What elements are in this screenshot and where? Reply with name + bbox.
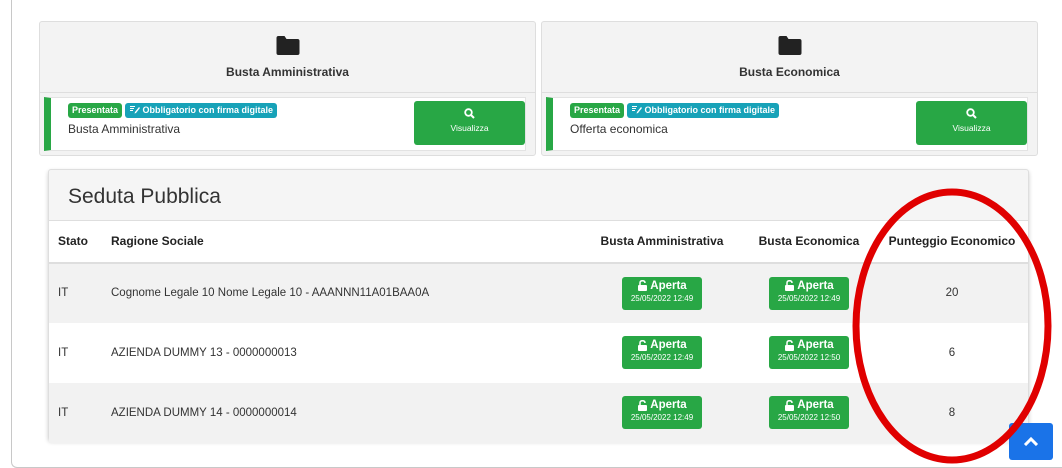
unlock-icon xyxy=(638,280,648,291)
card-busta-economica: Busta Economica Presentata Obbligatorio … xyxy=(541,21,1038,156)
required-badge-label: Obbligatorio con firma digitale xyxy=(644,105,776,115)
document-name: Offerta economica xyxy=(570,122,668,136)
aperta-label: Aperta xyxy=(650,399,687,411)
scroll-to-top-button[interactable] xyxy=(1009,423,1053,460)
required-badge: Obbligatorio con firma digitale xyxy=(627,103,780,118)
aperta-date: 25/05/2022 12:49 xyxy=(630,293,694,303)
search-icon xyxy=(966,108,977,119)
aperta-badge[interactable]: Aperta 25/05/2022 12:50 xyxy=(769,336,849,369)
aperta-label: Aperta xyxy=(650,279,687,292)
col-busta-economica: Busta Economica xyxy=(742,220,876,264)
table-row: IT AZIENDA DUMMY 14 - 0000000014 Aperta … xyxy=(49,382,1028,443)
folder-icon xyxy=(778,36,801,55)
document-name: Busta Amministrativa xyxy=(68,122,181,136)
visualizza-button[interactable]: Visualizza xyxy=(916,101,1027,145)
table-row: IT AZIENDA DUMMY 13 - 0000000013 Aperta … xyxy=(49,322,1028,383)
cell-ragione-sociale: AZIENDA DUMMY 14 - 0000000014 xyxy=(102,382,582,443)
unlock-icon xyxy=(785,280,795,291)
aperta-label: Aperta xyxy=(650,339,687,351)
card-header: Busta Amministrativa xyxy=(40,22,535,93)
cell-busta-economica: Aperta 25/05/2022 12:50 xyxy=(742,382,876,443)
visualizza-label: Visualizza xyxy=(450,123,489,133)
cell-punteggio: 6 xyxy=(876,322,1028,383)
unlock-icon xyxy=(785,399,795,411)
status-badge: Presentata xyxy=(68,103,123,118)
signature-icon xyxy=(130,106,141,114)
aperta-badge[interactable]: Aperta 25/05/2022 12:50 xyxy=(769,396,849,429)
status-badge: Presentata xyxy=(570,103,625,118)
cell-busta-amministrativa: Aperta 25/05/2022 12:49 xyxy=(582,262,742,323)
card-busta-amministrativa: Busta Amministrativa Presentata Obbligat… xyxy=(39,21,536,156)
seduta-table: Stato Ragione Sociale Busta Amministrati… xyxy=(49,220,1028,443)
card-title: Busta Economica xyxy=(739,65,840,79)
aperta-date: 25/05/2022 12:50 xyxy=(777,413,841,422)
visualizza-button[interactable]: Visualizza xyxy=(414,101,525,145)
unlock-icon xyxy=(638,339,648,351)
aperta-badge[interactable]: Aperta 25/05/2022 12:49 xyxy=(622,396,702,429)
col-ragione-sociale: Ragione Sociale xyxy=(102,220,582,264)
visualizza-label: Visualizza xyxy=(952,123,991,133)
aperta-date: 25/05/2022 12:49 xyxy=(777,293,841,303)
card-title: Busta Amministrativa xyxy=(226,65,349,79)
required-badge-label: Obbligatorio con firma digitale xyxy=(142,105,274,115)
cell-punteggio: 8 xyxy=(876,382,1028,443)
cell-stato: IT xyxy=(49,322,102,383)
aperta-badge[interactable]: Aperta 25/05/2022 12:49 xyxy=(769,276,849,310)
cell-ragione-sociale: AZIENDA DUMMY 13 - 0000000013 xyxy=(102,322,582,383)
search-icon xyxy=(464,108,475,119)
aperta-date: 25/05/2022 12:50 xyxy=(777,353,841,362)
cell-punteggio: 20 xyxy=(876,262,1028,323)
col-punteggio-economico: Punteggio Economico xyxy=(876,220,1028,264)
aperta-date: 25/05/2022 12:49 xyxy=(630,353,694,362)
card-header: Busta Economica xyxy=(542,22,1037,93)
cell-ragione-sociale: Cognome Legale 10 Nome Legale 10 - AAANN… xyxy=(102,262,582,323)
aperta-badge[interactable]: Aperta 25/05/2022 12:49 xyxy=(622,276,702,310)
aperta-date: 25/05/2022 12:49 xyxy=(630,413,694,422)
cell-busta-amministrativa: Aperta 25/05/2022 12:49 xyxy=(582,322,742,383)
signature-icon xyxy=(632,106,643,114)
seduta-pubblica-panel: Seduta Pubblica Stato Ragione Sociale Bu… xyxy=(48,169,1029,443)
cell-busta-economica: Aperta 25/05/2022 12:50 xyxy=(742,322,876,383)
cell-stato: IT xyxy=(49,262,102,323)
document-row: Presentata Obbligatorio con firma digita… xyxy=(546,97,1028,151)
unlock-icon xyxy=(638,399,648,411)
table-row: IT Cognome Legale 10 Nome Legale 10 - AA… xyxy=(49,262,1028,323)
required-badge: Obbligatorio con firma digitale xyxy=(125,103,278,118)
col-stato: Stato xyxy=(49,220,102,264)
aperta-badge[interactable]: Aperta 25/05/2022 12:49 xyxy=(622,336,702,369)
folder-icon xyxy=(276,36,299,55)
unlock-icon xyxy=(785,339,795,351)
col-busta-amministrativa: Busta Amministrativa xyxy=(582,220,742,264)
aperta-label: Aperta xyxy=(797,339,834,351)
document-row: Presentata Obbligatorio con firma digita… xyxy=(44,97,526,151)
cell-stato: IT xyxy=(49,382,102,443)
aperta-label: Aperta xyxy=(797,399,834,411)
aperta-label: Aperta xyxy=(797,279,834,292)
cell-busta-amministrativa: Aperta 25/05/2022 12:49 xyxy=(582,382,742,443)
cell-busta-economica: Aperta 25/05/2022 12:49 xyxy=(742,262,876,323)
chevron-up-icon xyxy=(1023,436,1039,446)
panel-title: Seduta Pubblica xyxy=(68,185,221,208)
